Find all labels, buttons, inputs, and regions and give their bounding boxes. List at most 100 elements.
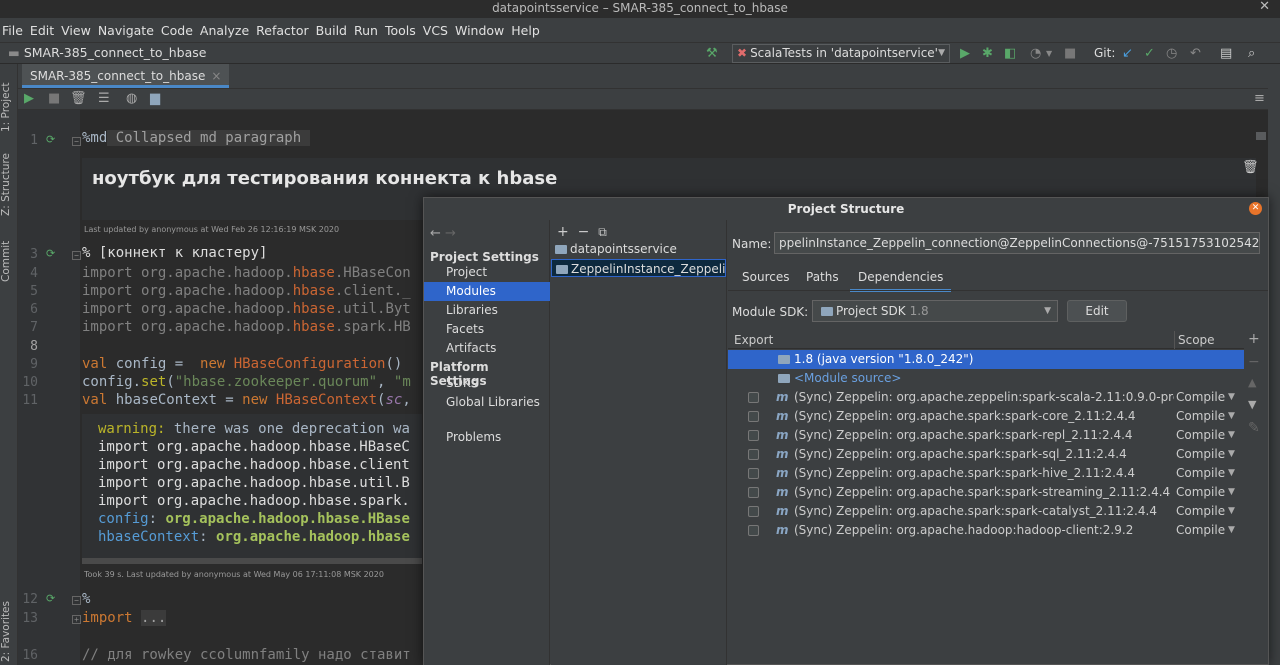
fold-icon[interactable]: − bbox=[72, 596, 81, 605]
dependency-row[interactable]: m (Sync) Zeppelin: org.apache.spark:spark… bbox=[728, 407, 1244, 426]
editor-tab[interactable]: SMAR-385_connect_to_hbase × bbox=[22, 64, 230, 88]
run-paragraph-icon[interactable]: ⟳ bbox=[46, 592, 55, 605]
menu-navigate[interactable]: Navigate bbox=[98, 23, 154, 38]
breadcrumb[interactable]: ▬ SMAR-385_connect_to_hbase bbox=[8, 45, 206, 60]
module-item[interactable]: datapointsservice bbox=[551, 240, 726, 258]
git-commit-icon[interactable]: ✓ bbox=[1144, 46, 1155, 61]
dialog-close-icon[interactable]: ✕ bbox=[1249, 202, 1262, 215]
search-everywhere-icon[interactable]: ⌕ bbox=[1248, 46, 1255, 61]
export-checkbox[interactable] bbox=[748, 525, 759, 536]
dependency-row[interactable]: m (Sync) Zeppelin: org.apache.spark:spark… bbox=[728, 426, 1244, 445]
nav-item-global-libraries[interactable]: Global Libraries bbox=[424, 393, 550, 412]
move-up-icon[interactable]: ▲ bbox=[1248, 376, 1256, 389]
run-all-icon[interactable]: ▶ bbox=[24, 91, 34, 106]
fold-icon[interactable]: − bbox=[72, 137, 81, 146]
breadcrumb-file[interactable]: SMAR-385_connect_to_hbase bbox=[24, 45, 207, 60]
dependency-row[interactable]: m (Sync) Zeppelin: org.apache.spark:spark… bbox=[728, 483, 1244, 502]
chevron-down-icon[interactable]: ▼ bbox=[1228, 464, 1235, 483]
close-icon[interactable]: × bbox=[211, 69, 221, 83]
col-scope[interactable]: Scope bbox=[1178, 333, 1215, 347]
scope-select[interactable]: Compile bbox=[1176, 483, 1225, 502]
move-down-icon[interactable]: ▼ bbox=[1248, 398, 1256, 411]
favorites-tool-tab[interactable]: 2: Favorites bbox=[0, 588, 18, 662]
build-hammer-icon[interactable]: ⚒ bbox=[706, 46, 718, 61]
debug-icon[interactable]: ✱ bbox=[982, 46, 993, 61]
export-checkbox[interactable] bbox=[748, 468, 759, 479]
menu-code[interactable]: Code bbox=[161, 23, 193, 38]
collapsed-region[interactable]: Collapsed md paragraph bbox=[107, 130, 310, 146]
trash-icon[interactable]: 🗑 bbox=[1242, 160, 1259, 175]
folder-icon[interactable]: ▆ bbox=[150, 91, 160, 106]
code-line[interactable]: import org.apache.hadoop.hbase.client._ bbox=[82, 283, 411, 299]
dependency-row[interactable]: m (Sync) Zeppelin: org.apache.spark:spark… bbox=[728, 445, 1244, 464]
col-export[interactable]: Export bbox=[734, 333, 773, 347]
menu-view[interactable]: View bbox=[61, 23, 91, 38]
nav-item-project[interactable]: Project bbox=[424, 263, 550, 282]
back-arrow-icon[interactable]: ← bbox=[430, 226, 441, 241]
menu-window[interactable]: Window bbox=[455, 23, 504, 38]
code-comment[interactable]: // для rowkey ccolumnfamily надо ставит bbox=[82, 647, 411, 663]
forward-arrow-icon[interactable]: → bbox=[445, 226, 456, 241]
dependency-row-sdk[interactable]: 1.8 (java version "1.8.0_242") bbox=[728, 350, 1244, 369]
project-tool-tab[interactable]: 1: Project bbox=[0, 70, 18, 132]
menu-tools[interactable]: Tools bbox=[385, 23, 416, 38]
code-line[interactable]: import org.apache.hadoop.hbase.HBaseCon bbox=[82, 265, 411, 281]
export-checkbox[interactable] bbox=[748, 487, 759, 498]
code-line[interactable]: import ... bbox=[82, 610, 167, 626]
export-checkbox[interactable] bbox=[748, 392, 759, 403]
code-line[interactable]: import org.apache.hadoop.hbase.spark.HB bbox=[82, 319, 411, 335]
nav-item-libraries[interactable]: Libraries bbox=[424, 301, 550, 320]
scope-select[interactable]: Compile bbox=[1176, 388, 1225, 407]
module-item[interactable]: ZeppelinInstance_Zeppelin_ bbox=[551, 259, 726, 277]
menu-help[interactable]: Help bbox=[511, 23, 540, 38]
copy-icon[interactable]: ⧉ bbox=[598, 225, 607, 239]
editor-scrollbar-thumb[interactable] bbox=[1256, 132, 1266, 140]
dependency-row-module-source[interactable]: <Module source> bbox=[728, 369, 1244, 388]
run-icon[interactable]: ▶ bbox=[960, 46, 970, 61]
run-paragraph-icon[interactable]: ⟳ bbox=[46, 247, 55, 260]
module-sdk-select[interactable]: Project SDK 1.8 ▼ bbox=[812, 300, 1058, 322]
edit-dependency-icon[interactable]: ✎ bbox=[1248, 420, 1260, 436]
add-dependency-icon[interactable]: + bbox=[1248, 331, 1260, 347]
chevron-down-icon[interactable]: ▼ bbox=[1228, 426, 1235, 445]
code-line[interactable]: val config = new HBaseConfiguration() bbox=[82, 356, 402, 372]
export-checkbox[interactable] bbox=[748, 411, 759, 422]
menu-refactor[interactable]: Refactor bbox=[256, 23, 308, 38]
nav-item-modules[interactable]: Modules bbox=[424, 282, 550, 301]
module-name-field[interactable]: ppelinInstance_Zeppelin_connection@Zeppe… bbox=[774, 232, 1260, 254]
export-checkbox[interactable] bbox=[748, 449, 759, 460]
export-checkbox[interactable] bbox=[748, 430, 759, 441]
scope-select[interactable]: Compile bbox=[1176, 426, 1225, 445]
chevron-down-icon[interactable]: ▼ bbox=[1228, 388, 1235, 407]
project-structure-icon[interactable]: ▤ bbox=[1220, 46, 1232, 61]
window-close-icon[interactable]: ✕ bbox=[1259, 0, 1270, 14]
scope-select[interactable]: Compile bbox=[1176, 464, 1225, 483]
menu-run[interactable]: Run bbox=[354, 23, 378, 38]
scope-select[interactable]: Compile bbox=[1176, 407, 1225, 426]
nav-item-sdks[interactable]: SDKs bbox=[424, 374, 550, 393]
menu-analyze[interactable]: Analyze bbox=[200, 23, 249, 38]
nav-item-problems[interactable]: Problems bbox=[424, 428, 550, 447]
scope-select[interactable]: Compile bbox=[1176, 445, 1225, 464]
git-update-icon[interactable]: ↙ bbox=[1122, 46, 1133, 61]
commit-tool-tab[interactable]: Commit bbox=[0, 232, 18, 282]
run-configuration-select[interactable]: ✖ ScalaTests in 'datapointservice' ▼ bbox=[732, 44, 950, 63]
dependency-row[interactable]: m (Sync) Zeppelin: org.apache.zeppelin:sp… bbox=[728, 388, 1244, 407]
settings-sliders-icon[interactable]: ☰ bbox=[98, 91, 110, 106]
remove-dependency-icon[interactable]: − bbox=[1248, 354, 1260, 370]
run-paragraph-icon[interactable]: ⟳ bbox=[46, 133, 55, 146]
nav-item-artifacts[interactable]: Artifacts bbox=[424, 339, 550, 358]
menu-vcs[interactable]: VCS bbox=[423, 23, 448, 38]
code-line[interactable]: import org.apache.hadoop.hbase.util.Byt bbox=[82, 301, 411, 317]
stop-icon[interactable]: ■ bbox=[1064, 46, 1076, 61]
output-scrollbar[interactable] bbox=[82, 558, 422, 564]
code-line[interactable]: %md Collapsed md paragraph bbox=[82, 130, 310, 146]
dependency-row[interactable]: m (Sync) Zeppelin: org.apache.spark:spark… bbox=[728, 464, 1244, 483]
globe-icon[interactable]: ◍ bbox=[126, 91, 137, 106]
menu-file[interactable]: File bbox=[2, 23, 23, 38]
tab-sources[interactable]: Sources bbox=[742, 270, 789, 284]
nav-item-facets[interactable]: Facets bbox=[424, 320, 550, 339]
scope-select[interactable]: Compile bbox=[1176, 521, 1225, 540]
chevron-down-icon[interactable]: ▼ bbox=[1228, 502, 1235, 521]
menu-icon[interactable]: ≡ bbox=[1254, 91, 1265, 106]
